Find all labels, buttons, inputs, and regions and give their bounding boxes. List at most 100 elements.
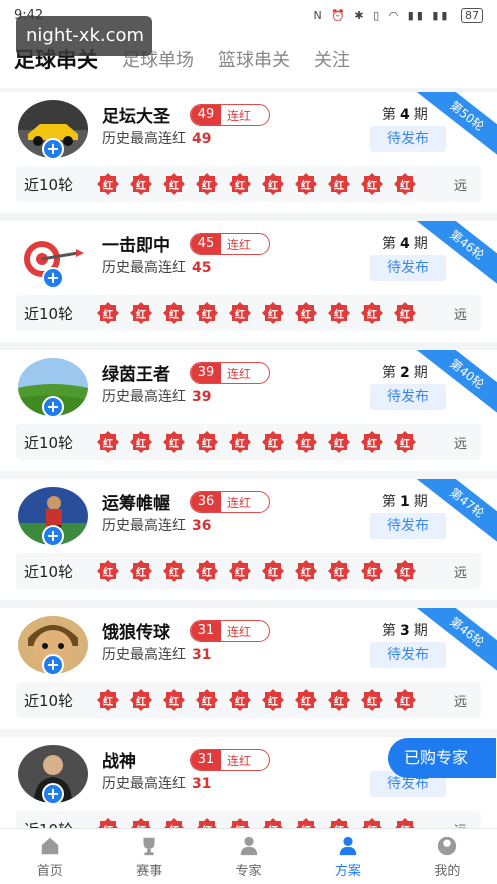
badge-text: 红: [334, 309, 344, 321]
period-number: 1: [400, 494, 410, 510]
history-best: 历史最高连红 39: [102, 386, 211, 406]
badge-text: 红: [400, 438, 410, 450]
far-label: 远: [453, 694, 467, 710]
recent-results-row: 近10轮 红 红 红 红 红 红 红 红 红 红 远: [16, 682, 481, 718]
period-label: 第1期: [382, 491, 428, 511]
streak-count: 31: [191, 621, 221, 641]
red-result-badge: 红: [327, 430, 351, 454]
pending-publish-badge[interactable]: 待发布: [370, 513, 446, 539]
purchased-experts-button[interactable]: 已购专家: [388, 738, 496, 778]
pending-publish-badge[interactable]: 待发布: [370, 255, 446, 281]
history-value: 49: [192, 131, 212, 147]
nav-item-2[interactable]: 专家: [199, 829, 298, 884]
red-result-badge: 红: [228, 559, 252, 583]
red-result-badge: 红: [327, 688, 351, 712]
red-result-badge: 红: [393, 430, 417, 454]
nav-label: 方案: [334, 864, 361, 879]
pending-publish-badge[interactable]: 待发布: [370, 642, 446, 668]
badge-text: 红: [136, 438, 146, 450]
trophy-icon: [143, 837, 155, 856]
red-result-badge: 红: [294, 430, 318, 454]
streak-label: 连红: [227, 495, 252, 510]
badge-text: 红: [334, 567, 344, 579]
badge-text: 红: [169, 438, 179, 450]
follow-plus-icon[interactable]: +: [42, 654, 64, 676]
status-icons: N ⏰ ✱ ▯ ◠ ▮▮ ▮▮ 87: [314, 7, 483, 23]
badge-text: 红: [235, 438, 245, 450]
nav-item-1[interactable]: 赛事: [99, 829, 198, 884]
far-label: 远: [453, 307, 467, 323]
red-result-badge: 红: [327, 559, 351, 583]
streak-label: 连红: [227, 108, 252, 123]
red-result-badge: 红: [393, 172, 417, 196]
badge-text: 红: [235, 696, 245, 708]
red-result-badge: 红: [129, 301, 153, 325]
expert-icon: [240, 836, 257, 856]
tab-3[interactable]: 关注: [314, 46, 350, 72]
nav-item-0[interactable]: 首页: [0, 829, 99, 884]
period-prefix: 第: [382, 236, 396, 252]
expert-name: 饿狼传球: [102, 623, 170, 643]
pending-publish-badge[interactable]: 待发布: [370, 126, 446, 152]
expert-card[interactable]: + 饿狼传球 31 连红 历史最高连红 31 第 3 期待发布 第46轮 近10轮红红红红红红红红红…: [0, 608, 497, 729]
expert-card[interactable]: + 足坛大圣 49 连红 历史最高连红 49 第 4 期待发布 第50轮 近10轮红红红红红红红红红…: [0, 92, 497, 213]
period-prefix: 第: [382, 107, 396, 123]
red-result-badge: 红: [129, 688, 153, 712]
streak-label: 连红: [227, 624, 252, 639]
result-badges: 红红红红红红红红红红: [96, 172, 426, 196]
streak-count: 39: [191, 363, 221, 383]
red-result-badge: 红: [261, 430, 285, 454]
streak-label: 连红: [227, 366, 252, 381]
badge-text: 红: [268, 309, 278, 321]
red-result-badge: 红: [294, 172, 318, 196]
red-result-badge: 红: [261, 688, 285, 712]
red-result-badge: 红: [195, 688, 219, 712]
red-result-badge: 红: [96, 172, 120, 196]
battery-icon: 87: [461, 7, 483, 23]
history-label: 历史最高连红: [102, 776, 186, 792]
period-suffix: 期: [413, 494, 428, 510]
red-result-badge: 红: [129, 172, 153, 196]
red-result-badge: 红: [162, 559, 186, 583]
badge-text: 红: [202, 180, 212, 192]
expert-card[interactable]: + 绿茵王者 39 连红 历史最高连红 39 第 2 期待发布 第40轮 近10轮红红红红红红红红红…: [0, 350, 497, 471]
red-result-badge: 红: [96, 559, 120, 583]
badge-text: 红: [367, 309, 377, 321]
red-result-badge: 红: [228, 430, 252, 454]
history-label: 历史最高连红: [102, 131, 186, 147]
follow-plus-icon[interactable]: +: [42, 396, 64, 418]
follow-plus-icon[interactable]: +: [42, 267, 64, 289]
badge-text: 红: [136, 567, 146, 579]
follow-plus-icon[interactable]: +: [42, 525, 64, 547]
badge-text: 红: [301, 567, 311, 579]
period-number: 4: [400, 107, 410, 123]
period-number: 4: [400, 236, 410, 252]
pending-publish-badge[interactable]: 待发布: [370, 384, 446, 410]
expert-card[interactable]: + 运筹帷幄 36 连红 历史最高连红 36 第 1 期待发布 第47轮 近10轮红红红红红红红红红…: [0, 479, 497, 600]
period-number: 2: [400, 365, 410, 381]
nav-item-4[interactable]: 我的: [398, 829, 497, 884]
red-result-badge: 红: [228, 172, 252, 196]
follow-plus-icon[interactable]: +: [42, 783, 64, 805]
red-result-badge: 红: [129, 430, 153, 454]
streak-badge: 31 连红: [190, 620, 270, 642]
streak-count: 49: [191, 105, 221, 125]
follow-plus-icon[interactable]: +: [42, 138, 64, 160]
history-label: 历史最高连红: [102, 518, 186, 534]
streak-count: 31: [191, 750, 221, 770]
tab-2[interactable]: 篮球串关: [218, 46, 290, 72]
badge-text: 红: [169, 567, 179, 579]
red-result-badge: 红: [96, 430, 120, 454]
red-result-badge: 红: [393, 301, 417, 325]
streak-label: 连红: [227, 237, 252, 252]
nav-label: 赛事: [136, 864, 163, 879]
recent-results-row: 近10轮 红 红 红 红 红 红 红 红 红 红 远: [16, 424, 481, 460]
badge-text: 红: [202, 696, 212, 708]
nav-item-3[interactable]: 方案: [298, 829, 397, 884]
period-label: 第3期: [382, 620, 428, 640]
expert-card[interactable]: + 一击即中 45 连红 历史最高连红 45 第 4 期待发布 第46轮 近10轮红红红红红红红红红…: [0, 221, 497, 342]
badge-text: 红: [268, 567, 278, 579]
red-result-badge: 红: [294, 559, 318, 583]
period-prefix: 第: [382, 494, 396, 510]
red-result-badge: 红: [195, 301, 219, 325]
